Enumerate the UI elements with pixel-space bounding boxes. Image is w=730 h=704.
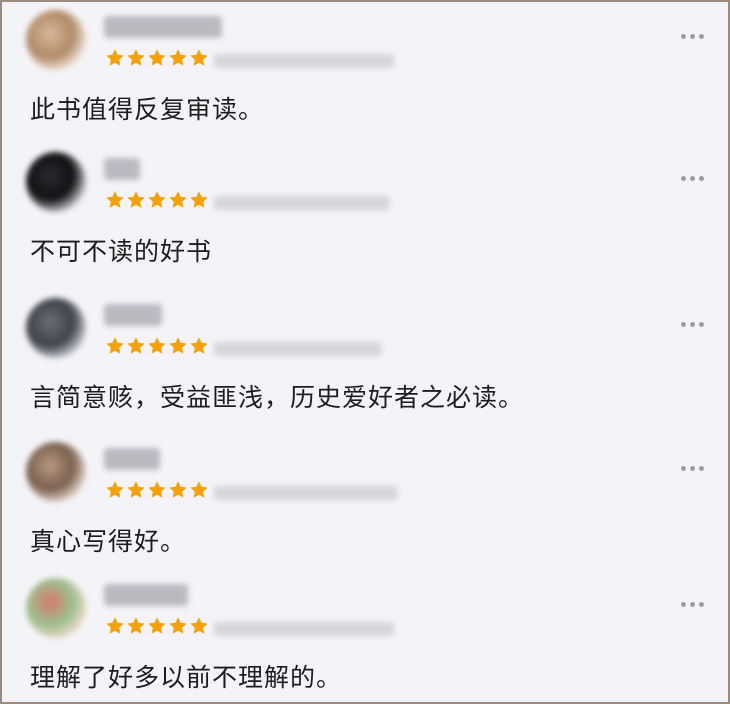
star-rating — [105, 190, 209, 212]
more-horizontal-icon[interactable] — [681, 176, 704, 181]
more-dot — [681, 34, 686, 39]
user-avatar[interactable] — [26, 578, 86, 638]
more-horizontal-icon[interactable] — [681, 322, 704, 327]
star-icon — [190, 617, 208, 634]
star-icon — [127, 49, 145, 66]
star-icon — [106, 481, 124, 498]
star-icon — [106, 49, 124, 66]
more-dot — [690, 322, 695, 327]
review-date-blurred — [214, 486, 398, 500]
star-rating — [105, 480, 209, 502]
star-icon — [169, 481, 187, 498]
user-avatar[interactable] — [26, 298, 86, 358]
more-dot — [699, 176, 704, 181]
username-blurred — [104, 584, 188, 606]
username-blurred — [104, 158, 140, 180]
star-icon — [148, 49, 166, 66]
review-text: 言简意赅，受益匪浅，历史爱好者之必读。 — [30, 383, 525, 412]
star-icon — [169, 49, 187, 66]
star-icon — [127, 617, 145, 634]
star-rating — [105, 336, 209, 358]
star-rating — [105, 616, 209, 638]
more-dot — [681, 602, 686, 607]
more-dot — [690, 466, 695, 471]
username-blurred — [104, 304, 162, 326]
star-icon — [106, 617, 124, 634]
review-text: 理解了好多以前不理解的。 — [30, 663, 343, 692]
review-date-blurred — [214, 196, 390, 210]
more-dot — [681, 466, 686, 471]
review-date-blurred — [214, 54, 394, 68]
review-date-blurred — [214, 622, 394, 636]
more-dot — [699, 34, 704, 39]
more-dot — [699, 466, 704, 471]
star-icon — [106, 191, 124, 208]
star-icon — [190, 49, 208, 66]
star-icon — [127, 481, 145, 498]
username-blurred — [104, 448, 160, 470]
more-dot — [699, 322, 704, 327]
more-horizontal-icon[interactable] — [681, 466, 704, 471]
star-icon — [169, 337, 187, 354]
star-icon — [148, 481, 166, 498]
star-icon — [127, 191, 145, 208]
review-date-blurred — [214, 342, 382, 356]
review-list: 此书值得反复审读。 不可不读的好书言简意赅，受益匪浅，历史爱好者之必读。 真心写得好… — [0, 0, 730, 704]
user-avatar[interactable] — [26, 10, 86, 70]
more-dot — [681, 322, 686, 327]
more-dot — [690, 602, 695, 607]
more-dot — [681, 176, 686, 181]
review-text: 不可不读的好书 — [30, 237, 213, 266]
more-horizontal-icon[interactable] — [681, 34, 704, 39]
user-avatar[interactable] — [26, 442, 86, 502]
star-icon — [106, 337, 124, 354]
star-icon — [190, 191, 208, 208]
star-icon — [169, 191, 187, 208]
more-dot — [690, 34, 695, 39]
star-icon — [190, 337, 208, 354]
star-icon — [169, 617, 187, 634]
star-icon — [148, 337, 166, 354]
user-avatar[interactable] — [26, 152, 86, 212]
star-icon — [148, 617, 166, 634]
star-icon — [127, 337, 145, 354]
review-text: 真心写得好。 — [30, 527, 187, 556]
more-horizontal-icon[interactable] — [681, 602, 704, 607]
star-icon — [190, 481, 208, 498]
more-dot — [699, 602, 704, 607]
review-text: 此书值得反复审读。 — [30, 95, 265, 124]
star-icon — [148, 191, 166, 208]
username-blurred — [104, 16, 222, 38]
more-dot — [690, 176, 695, 181]
star-rating — [105, 48, 209, 70]
